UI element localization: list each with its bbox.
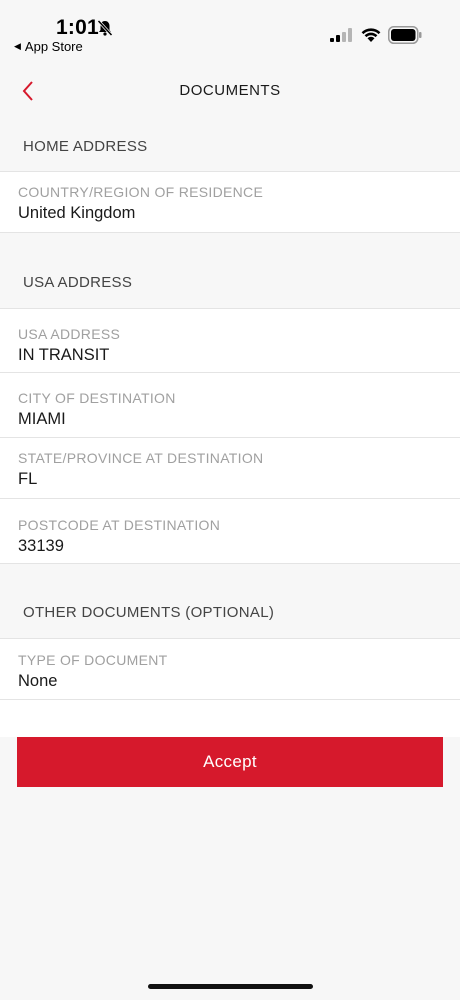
form-footer-spacer [0,700,460,737]
bell-slash-icon [96,19,114,37]
section-header-usa-address: USA ADDRESS [23,274,133,291]
nav-bar: DOCUMENTS [0,68,460,116]
field-label: STATE/PROVINCE AT DESTINATION [18,450,264,466]
back-to-app-store[interactable]: ◀ App Store [14,39,83,54]
field-value: FL [18,470,38,488]
back-triangle-icon: ◀ [14,41,21,51]
wifi-icon [360,26,382,43]
page-title: DOCUMENTS [179,82,281,99]
field-value: MIAMI [18,410,66,428]
field-value: United Kingdom [18,204,136,222]
field-label: TYPE OF DOCUMENT [18,652,168,668]
field-value: 33139 [18,537,64,555]
field-postcode-at-destination[interactable]: POSTCODE AT DESTINATION 33139 [0,499,460,564]
accept-button[interactable]: Accept [17,737,443,787]
signal-icon [330,28,352,42]
field-type-of-document[interactable]: TYPE OF DOCUMENT None [0,638,460,700]
back-app-label: App Store [24,39,83,54]
status-time: 1:01 [56,16,99,39]
field-country-of-residence[interactable]: COUNTRY/REGION OF RESIDENCE United Kingd… [0,171,460,233]
section-header-other-documents: OTHER DOCUMENTS (OPTIONAL) [23,604,275,621]
battery-icon [388,26,422,44]
field-state-province-at-destination[interactable]: STATE/PROVINCE AT DESTINATION FL [0,438,460,499]
home-indicator[interactable] [148,984,313,989]
field-label: COUNTRY/REGION OF RESIDENCE [18,184,264,200]
field-value: IN TRANSIT [18,346,110,364]
field-value: None [18,672,58,690]
field-label: POSTCODE AT DESTINATION [18,517,221,533]
status-bar: 1:01 ◀ App Store [0,0,460,60]
field-label: CITY OF DESTINATION [18,390,176,406]
field-label: USA ADDRESS [18,326,121,342]
field-usa-address[interactable]: USA ADDRESS IN TRANSIT [0,308,460,373]
field-city-of-destination[interactable]: CITY OF DESTINATION MIAMI [0,373,460,438]
section-header-home-address: HOME ADDRESS [23,138,148,155]
